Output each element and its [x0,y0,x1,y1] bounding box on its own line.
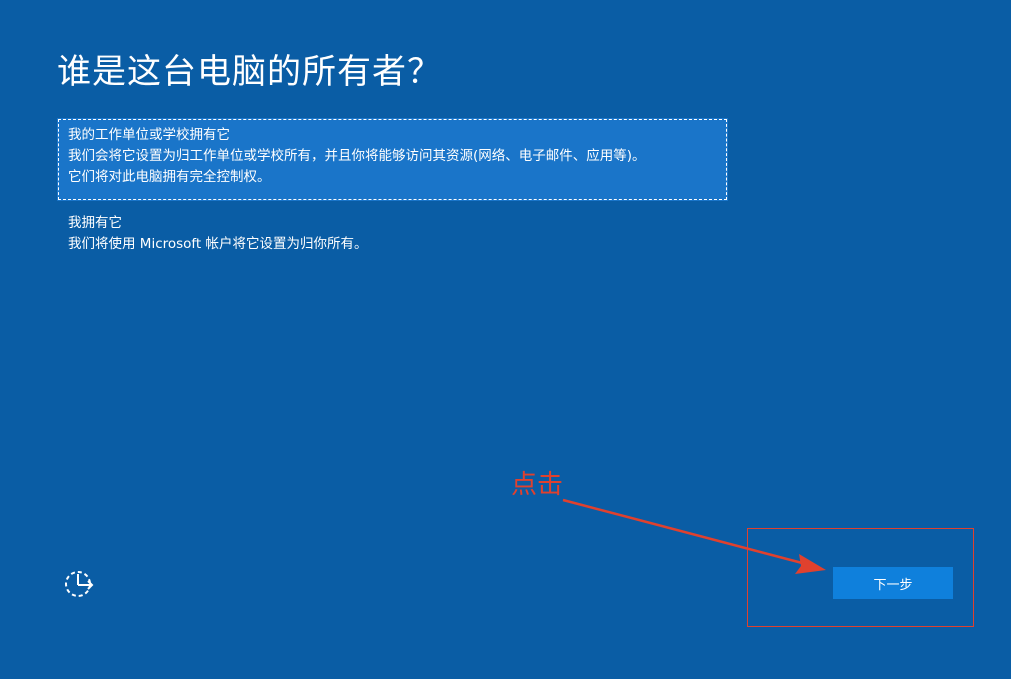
option-work-or-school-title: 我的工作单位或学校拥有它 [68,127,230,143]
page-title: 谁是这台电脑的所有者？ [57,52,442,92]
option-work-or-school[interactable]: 我的工作单位或学校拥有它 我们会将它设置为归工作单位或学校所有，并且你将能够访问… [57,118,728,201]
option-work-or-school-description-2: 它们将对此电脑拥有完全控制权。 [68,169,271,185]
option-personal-title: 我拥有它 [68,215,122,231]
ease-of-access-button[interactable] [62,566,98,602]
next-button[interactable]: 下一步 [833,567,953,599]
ease-of-access-icon [65,571,94,597]
option-personal[interactable]: 我拥有它 我们将使用 Microsoft 帐户将它设置为归你所有。 [57,206,728,258]
option-personal-description: 我们将使用 Microsoft 帐户将它设置为归你所有。 [68,236,368,252]
option-work-or-school-description: 我们会将它设置为归工作单位或学校所有，并且你将能够访问其资源(网络、电子邮件、应… [68,148,646,164]
annotation-click-label: 点击 [511,470,564,500]
